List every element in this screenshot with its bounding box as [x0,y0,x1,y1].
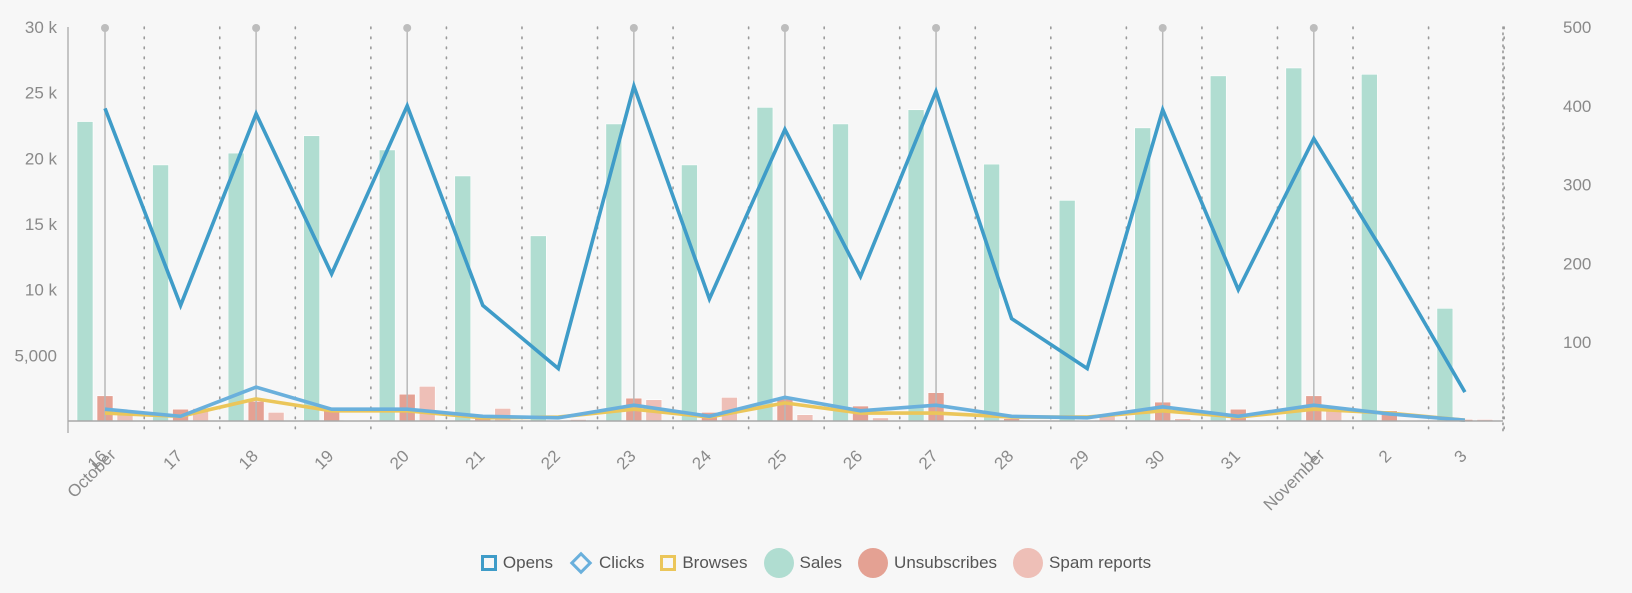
bar-sales [681,164,698,422]
legend-label: Browses [682,553,748,572]
x-tick-label: 23 [613,446,640,473]
x-tick-label: 22 [537,446,564,473]
left-tick-label: 20 k [25,149,58,168]
bar-sales [152,164,169,422]
legend-label: Spam reports [1049,553,1152,572]
event-marker-dot [101,24,109,32]
bar-sales [1058,200,1076,422]
bar-sales [605,123,623,422]
browses-square-icon [660,555,677,571]
left-tick-label: 10 k [25,281,58,300]
x-tick-label: 19 [311,446,338,473]
x-tick-label: 27 [915,446,942,473]
bar-sales [1361,73,1378,422]
right-tick-label: 100 [1563,333,1591,352]
left-tick-label: 15 k [25,215,58,234]
event-marker-dot [780,24,789,32]
legend-label: Clicks [598,553,645,572]
x-tick-label: 18 [235,446,262,473]
event-marker-dot [1309,24,1318,32]
right-tick-label: 500 [1563,18,1591,37]
bar-sales [832,123,849,422]
bar-sales [227,152,245,422]
event-marker-dot [252,24,261,32]
legend-label: Unsubscribes [894,553,998,572]
x-tick-label: 30 [1142,446,1169,473]
x-tick-label: 28 [991,446,1018,473]
x-tick-label: 31 [1217,446,1244,473]
ticks-layer: 5,000 10 k 15 k 20 k 25 k 30 k 100 200 300 400 500… [14,18,1591,514]
legend-label: Sales [799,553,843,572]
bar-spam-reports [418,386,436,422]
right-tick-label: 200 [1563,254,1591,273]
bar-sales [983,163,1000,422]
bar-sales [529,235,547,422]
x-tick-label: 26 [839,446,866,473]
event-marker-dot [1158,24,1167,32]
legend-item-browses[interactable]: Browses [660,553,748,573]
x-tick-label: 25 [764,446,791,473]
bar-spam-reports [267,412,285,422]
combo-chart: 5,000 10 k 15 k 20 k 25 k 30 k 100 200 300 400 500… [14,18,1591,514]
bar-sales [378,149,396,422]
right-tick-label: 400 [1563,97,1591,116]
spam-reports-circle-icon [1013,548,1044,578]
x-tick-label: 2 [1375,446,1395,466]
unsubscribes-circle-icon [858,548,889,578]
legend: Opens Clicks Browses Sales Unsubscribes … [0,548,1632,578]
legend-label: Opens [502,553,553,572]
event-marker-dot [403,24,412,32]
x-tick-label: 20 [386,446,413,473]
clicks-diamond-icon [569,551,593,575]
event-marker-dot [629,24,638,32]
legend-item-spam-reports[interactable]: Spam reports [1013,548,1151,578]
legend-item-sales[interactable]: Sales [763,548,843,578]
bar-sales [1285,67,1303,422]
bar-sales [76,121,94,422]
x-tick-label: 3 [1451,446,1471,466]
bar-sales [756,107,774,422]
opens-square-icon [480,555,497,571]
left-tick-label: 30 k [25,18,58,37]
legend-item-clicks[interactable]: Clicks [569,551,645,575]
legend-item-unsubscribes[interactable]: Unsubscribes [858,548,997,578]
right-tick-label: 300 [1563,176,1591,195]
legend-item-opens[interactable]: Opens [480,553,553,573]
bar-sales [454,175,472,422]
month-label: November [1260,445,1329,514]
event-marker-dot [932,24,941,32]
x-tick-label: 21 [462,446,489,473]
bar-sales [303,135,320,422]
sales-circle-icon [763,548,794,578]
left-tick-label: 25 k [25,84,58,103]
x-tick-label: 17 [159,446,186,473]
bar-spam-reports [796,414,814,422]
x-tick-label: 24 [688,446,715,473]
bar-sales [1209,75,1227,422]
x-tick-label: 29 [1066,446,1093,473]
left-tick-label: 5,000 [14,346,57,365]
